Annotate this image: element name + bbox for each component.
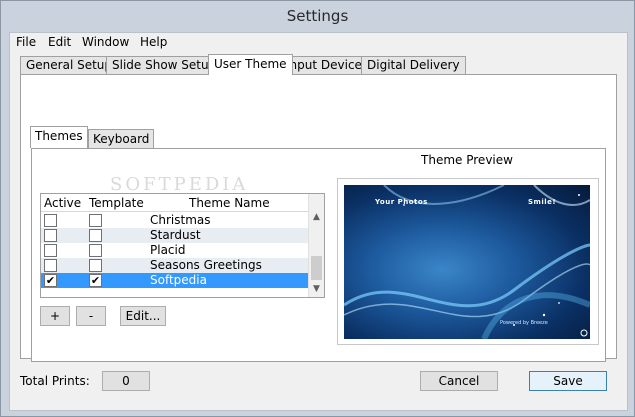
theme-row[interactable]: Placid [41, 243, 308, 258]
client-area: File Edit Window Help General Setup Slid… [9, 32, 628, 411]
theme-row[interactable]: Stardust [41, 228, 308, 243]
menu-bar: File Edit Window Help [10, 33, 627, 53]
active-checkbox[interactable] [44, 229, 57, 242]
template-checkbox[interactable]: ✔ [89, 274, 102, 287]
tab-user-theme[interactable]: User Theme [208, 54, 293, 75]
menu-window[interactable]: Window [82, 35, 129, 49]
preview-left-caption: Your Photos [375, 198, 428, 206]
active-checkbox[interactable] [44, 244, 57, 257]
edit-theme-button[interactable]: Edit... [120, 306, 166, 326]
theme-row[interactable]: Christmas [41, 213, 308, 228]
menu-help[interactable]: Help [140, 35, 167, 49]
theme-row[interactable]: Seasons Greetings [41, 258, 308, 273]
scroll-down-arrow-icon[interactable]: ▼ [309, 282, 324, 297]
menu-file[interactable]: File [16, 35, 36, 49]
column-theme-name[interactable]: Theme Name [189, 196, 270, 210]
remove-theme-button[interactable]: - [76, 306, 106, 326]
theme-preview-image: Your Photos Smile! Powered by Breeze [344, 185, 590, 339]
add-theme-button[interactable]: + [40, 306, 70, 326]
total-prints-value: 0 [102, 371, 150, 391]
preview-swirl-graphic [344, 185, 590, 339]
menu-edit[interactable]: Edit [48, 35, 71, 49]
theme-row-selected[interactable]: ✔ ✔ Softpedia [41, 273, 308, 288]
theme-name: Seasons Greetings [150, 258, 262, 272]
template-checkbox[interactable] [89, 229, 102, 242]
window-title: Settings [286, 7, 349, 25]
preview-footer-caption: Powered by Breeze [500, 320, 548, 326]
template-checkbox[interactable] [89, 259, 102, 272]
column-active[interactable]: Active [44, 196, 81, 210]
settings-window: Settings File Edit Window Help General S… [0, 0, 635, 417]
template-checkbox[interactable] [89, 214, 102, 227]
subtab-themes[interactable]: Themes [30, 126, 88, 148]
scroll-thumb[interactable] [311, 256, 322, 280]
cancel-button[interactable]: Cancel [420, 371, 498, 391]
list-header: Active Template Theme Name [41, 194, 308, 212]
preview-right-caption: Smile! [528, 198, 557, 206]
theme-name: Christmas [150, 213, 211, 227]
theme-name: Placid [150, 243, 186, 257]
active-checkbox[interactable] [44, 214, 57, 227]
theme-name: Stardust [150, 228, 201, 242]
tab-digital-delivery[interactable]: Digital Delivery [361, 56, 466, 74]
scroll-up-arrow-icon[interactable]: ▲ [309, 210, 324, 225]
theme-name: Softpedia [150, 273, 207, 287]
tab-slide-show-setup[interactable]: Slide Show Setup [106, 56, 223, 74]
template-checkbox[interactable] [89, 244, 102, 257]
list-scrollbar[interactable]: ▲ ▼ [308, 194, 324, 297]
subtab-keyboard[interactable]: Keyboard [88, 129, 155, 148]
active-checkbox[interactable] [44, 259, 57, 272]
total-prints-label: Total Prints: [20, 374, 90, 388]
active-checkbox[interactable]: ✔ [44, 274, 57, 287]
themes-content: Active Template Theme Name Christmas Sta… [31, 148, 606, 362]
theme-preview-heading: Theme Preview [421, 153, 513, 167]
tab-general-setup[interactable]: General Setup [20, 56, 119, 74]
column-template[interactable]: Template [89, 196, 144, 210]
save-button[interactable]: Save [529, 371, 607, 391]
user-theme-panel: Themes Keyboard Active Template Theme Na… [20, 74, 617, 362]
theme-preview-frame: Your Photos Smile! Powered by Breeze [337, 178, 599, 345]
theme-list[interactable]: Active Template Theme Name Christmas Sta… [40, 193, 325, 298]
